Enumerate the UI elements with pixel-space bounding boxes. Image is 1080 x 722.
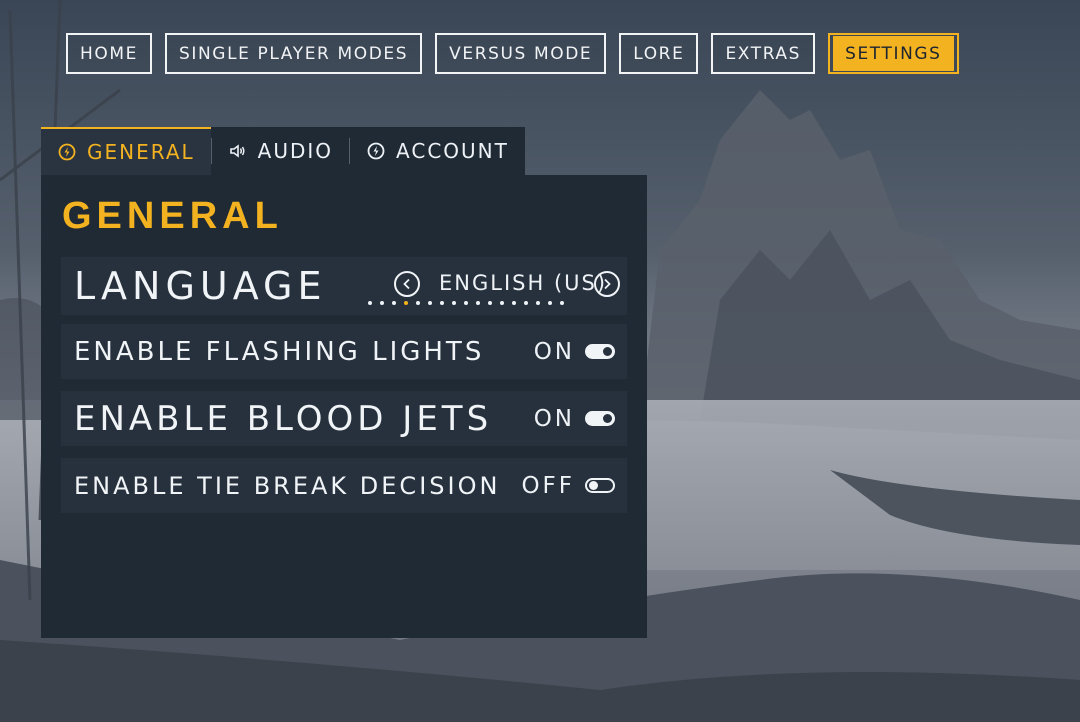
nav-versus-mode-button[interactable]: VERSUS MODE bbox=[435, 33, 607, 74]
language-dot bbox=[548, 301, 552, 305]
language-dot bbox=[380, 301, 384, 305]
language-dot bbox=[536, 301, 540, 305]
bolt-circle-icon bbox=[366, 141, 386, 161]
language-value: ENGLISH (US) bbox=[439, 271, 608, 295]
settings-tabs: GENERAL AUDIO ACCOUNT bbox=[41, 127, 525, 175]
chevron-right-icon bbox=[604, 278, 611, 290]
toggle-knob bbox=[603, 414, 612, 423]
nav-home-button[interactable]: HOME bbox=[66, 33, 152, 74]
language-dot bbox=[416, 301, 420, 305]
language-next-button[interactable] bbox=[594, 271, 620, 297]
toggle-knob bbox=[603, 347, 612, 356]
nav-settings-button[interactable]: SETTINGS bbox=[828, 33, 959, 74]
language-dot bbox=[524, 301, 528, 305]
nav-lore-button[interactable]: LORE bbox=[619, 33, 699, 74]
speaker-icon bbox=[228, 141, 248, 161]
language-dot bbox=[452, 301, 456, 305]
flashing-lights-row[interactable]: ENABLE FLASHING LIGHTS ON bbox=[61, 324, 627, 379]
tie-break-toggle[interactable] bbox=[585, 478, 615, 493]
tab-account[interactable]: ACCOUNT bbox=[350, 127, 525, 175]
toggle-knob bbox=[589, 481, 598, 490]
bolt-circle-icon bbox=[57, 142, 77, 162]
flashing-lights-toggle[interactable] bbox=[585, 344, 615, 359]
blood-jets-row[interactable]: ENABLE BLOOD JETS ON bbox=[61, 391, 627, 446]
chevron-left-icon bbox=[403, 278, 410, 290]
language-dot bbox=[500, 301, 504, 305]
language-dot bbox=[512, 301, 516, 305]
language-dot bbox=[464, 301, 468, 305]
tie-break-row[interactable]: ENABLE TIE BREAK DECISION OFF bbox=[61, 458, 627, 513]
panel-title: GENERAL bbox=[62, 195, 283, 237]
language-dot bbox=[428, 301, 432, 305]
tab-account-label: ACCOUNT bbox=[396, 139, 509, 163]
tab-general-label: GENERAL bbox=[87, 140, 195, 164]
language-dot bbox=[560, 301, 564, 305]
language-dot bbox=[488, 301, 492, 305]
tab-audio-label: AUDIO bbox=[257, 139, 334, 163]
flashing-lights-state: ON bbox=[533, 338, 575, 365]
tie-break-label: ENABLE TIE BREAK DECISION bbox=[74, 471, 501, 500]
flashing-lights-label: ENABLE FLASHING LIGHTS bbox=[74, 336, 485, 367]
language-dot bbox=[440, 301, 444, 305]
blood-jets-toggle[interactable] bbox=[585, 411, 615, 426]
language-label: LANGUAGE bbox=[74, 264, 327, 308]
nav-settings-label: SETTINGS bbox=[833, 36, 954, 71]
language-dot bbox=[368, 301, 372, 305]
blood-jets-label: ENABLE BLOOD JETS bbox=[74, 398, 493, 439]
top-navigation: HOME SINGLE PLAYER MODES VERSUS MODE LOR… bbox=[66, 33, 959, 74]
blood-jets-state: ON bbox=[533, 405, 575, 432]
tab-audio[interactable]: AUDIO bbox=[212, 127, 349, 175]
tie-break-state: OFF bbox=[521, 472, 575, 499]
language-prev-button[interactable] bbox=[394, 271, 420, 297]
nav-single-player-button[interactable]: SINGLE PLAYER MODES bbox=[164, 33, 423, 74]
language-dot bbox=[476, 301, 480, 305]
settings-panel: GENERAL LANGUAGE ENGLISH (US) ENABLE FLA… bbox=[41, 175, 647, 638]
nav-extras-button[interactable]: EXTRAS bbox=[711, 33, 816, 74]
language-dot-selected bbox=[404, 301, 408, 305]
tab-general[interactable]: GENERAL bbox=[41, 127, 211, 175]
language-page-dots bbox=[368, 301, 564, 305]
language-dot bbox=[392, 301, 396, 305]
language-row: LANGUAGE ENGLISH (US) bbox=[61, 257, 627, 315]
